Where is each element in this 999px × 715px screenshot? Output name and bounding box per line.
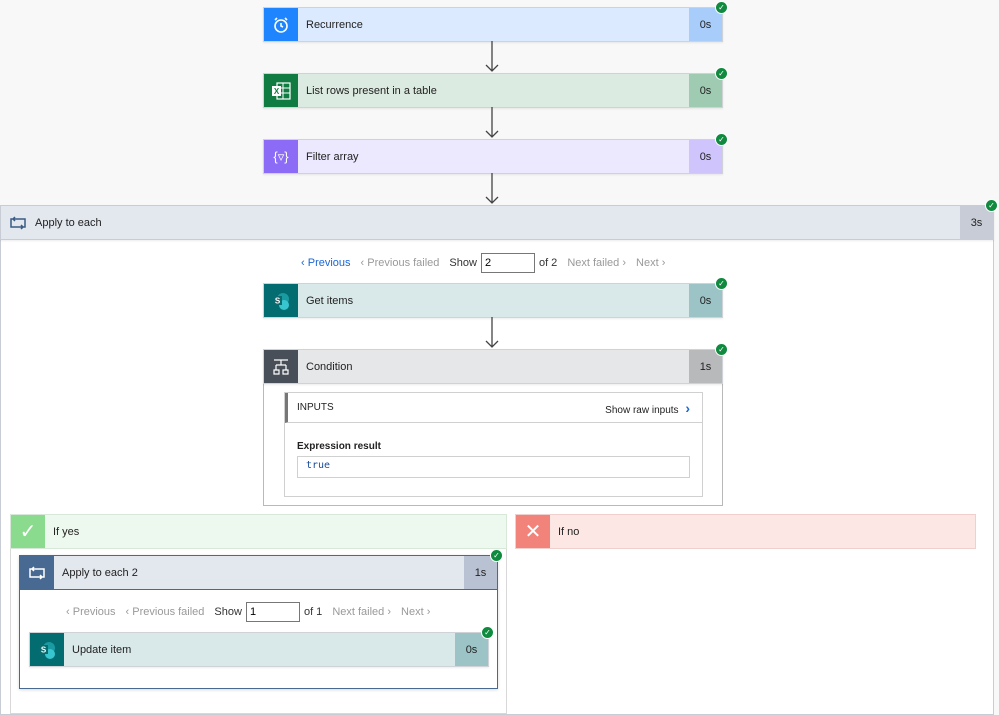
iteration-input[interactable] <box>480 253 535 273</box>
previous-button[interactable]: ‹ Previous <box>66 606 116 618</box>
success-check-icon: ✓ <box>715 343 728 356</box>
apply-to-each-2-header[interactable]: Apply to each 2 1s <box>19 555 498 590</box>
apply-to-each-header[interactable]: Apply to each 3s <box>0 205 994 240</box>
apply-to-each-title: Apply to each <box>35 216 102 229</box>
next-failed-button[interactable]: Next failed › <box>332 606 391 618</box>
chevron-right-icon: › <box>685 399 690 416</box>
success-check-icon: ✓ <box>715 1 728 14</box>
inputs-panel: INPUTS Show raw inputs › Expression resu… <box>284 392 703 497</box>
expression-value: true <box>297 456 690 478</box>
iteration-count: of 1 <box>303 606 323 618</box>
step-title: Condition <box>306 360 353 373</box>
step-title: Get items <box>306 294 354 307</box>
success-check-icon: ✓ <box>490 549 503 562</box>
next-button[interactable]: Next › <box>401 606 430 618</box>
step-update-item[interactable]: S Update item 0s <box>29 632 489 667</box>
apply-to-each-2-title: Apply to each 2 <box>62 566 138 579</box>
condition-icon <box>264 350 298 383</box>
alarm-clock-icon <box>264 8 298 41</box>
checkmark-icon: ✓ <box>11 515 45 548</box>
inputs-label: INPUTS <box>297 402 334 413</box>
if-yes-header[interactable]: ✓ If yes <box>10 514 507 549</box>
iteration-pager: ‹ Previous ‹ Previous failed Show of 2 N… <box>301 253 671 273</box>
step-recurrence[interactable]: Recurrence 0s <box>263 7 723 42</box>
inputs-header: INPUTS Show raw inputs › <box>285 393 702 423</box>
step-title: Filter array <box>306 150 359 163</box>
step-title: Recurrence <box>306 18 363 31</box>
show-label: Show <box>214 606 242 618</box>
success-check-icon: ✓ <box>715 277 728 290</box>
previous-failed-button[interactable]: ‹ Previous failed <box>361 257 440 269</box>
arrow-down-icon <box>485 317 499 348</box>
filter-array-icon: {▿} <box>264 140 298 173</box>
step-get-items[interactable]: S Get items 0s <box>263 283 723 318</box>
show-raw-inputs-link[interactable]: Show raw inputs › <box>605 400 690 416</box>
iteration-pager-2: ‹ Previous ‹ Previous failed Show of 1 N… <box>66 602 436 622</box>
expression-label: Expression result <box>297 441 381 452</box>
step-list-rows[interactable]: X List rows present in a table 0s <box>263 73 723 108</box>
svg-text:X: X <box>274 87 280 96</box>
previous-button[interactable]: ‹ Previous <box>301 257 351 269</box>
step-filter-array[interactable]: {▿} Filter array 0s <box>263 139 723 174</box>
step-condition[interactable]: Condition 1s <box>263 349 723 384</box>
success-check-icon: ✓ <box>985 199 998 212</box>
previous-failed-button[interactable]: ‹ Previous failed <box>126 606 205 618</box>
success-check-icon: ✓ <box>715 67 728 80</box>
success-check-icon: ✓ <box>715 133 728 146</box>
svg-text:S: S <box>275 296 281 305</box>
next-button[interactable]: Next › <box>636 257 665 269</box>
excel-icon: X <box>264 74 298 107</box>
show-label: Show <box>449 257 477 269</box>
step-title: List rows present in a table <box>306 84 437 97</box>
arrow-down-icon <box>485 41 499 72</box>
if-no-header[interactable]: ✕ If no <box>515 514 976 549</box>
arrow-down-icon <box>485 173 499 204</box>
iteration-count: of 2 <box>538 257 558 269</box>
if-yes-label: If yes <box>53 525 80 538</box>
loop-icon <box>20 556 54 589</box>
sharepoint-icon: S <box>264 284 298 317</box>
if-no-label: If no <box>558 525 580 538</box>
loop-icon <box>1 206 35 239</box>
close-icon: ✕ <box>516 515 550 548</box>
step-title: Update item <box>72 643 132 656</box>
arrow-down-icon <box>485 107 499 138</box>
iteration-input[interactable] <box>245 602 300 622</box>
success-check-icon: ✓ <box>481 626 494 639</box>
next-failed-button[interactable]: Next failed › <box>567 257 626 269</box>
sharepoint-icon: S <box>30 633 64 666</box>
svg-text:S: S <box>41 645 47 654</box>
